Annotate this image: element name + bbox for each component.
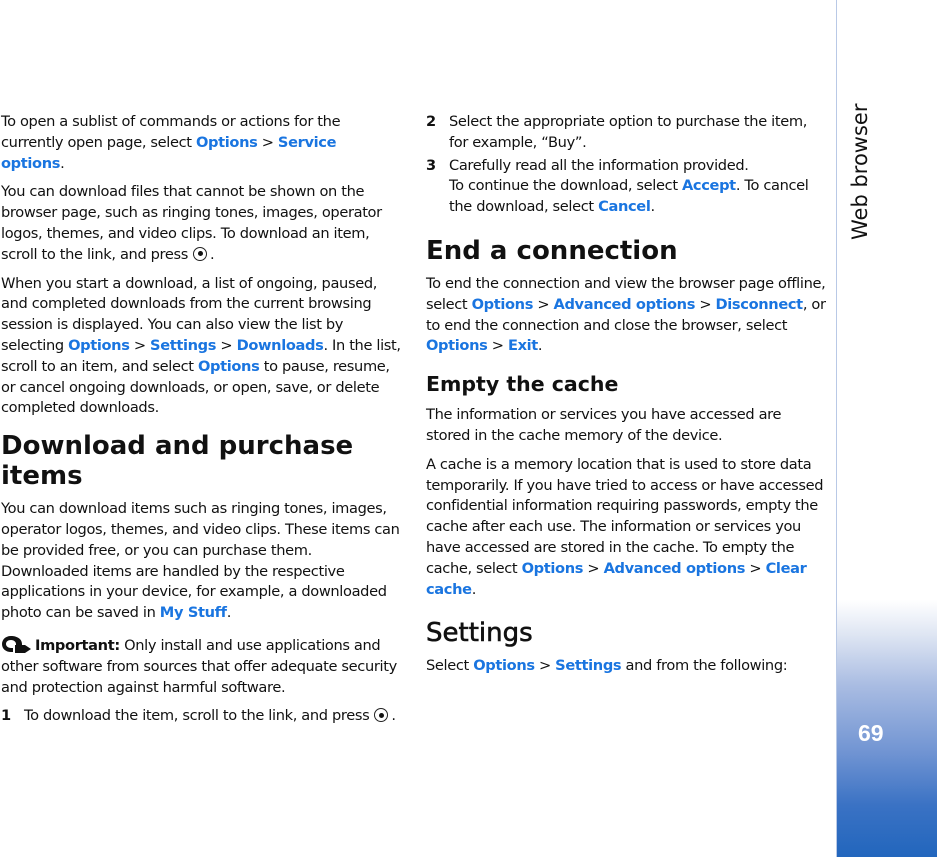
link-options[interactable]: Options: [198, 358, 260, 375]
link-my-stuff[interactable]: My Stuff: [160, 604, 227, 621]
paragraph-end-connection: To end the connection and view the brows…: [426, 274, 826, 355]
paragraph-download-items: You can download items such as ringing t…: [1, 500, 400, 622]
link-options[interactable]: Options: [473, 657, 535, 674]
step-2: 2 Select the appropriate option to purch…: [426, 113, 807, 151]
link-options[interactable]: Options: [196, 134, 258, 151]
link-downloads[interactable]: Downloads: [237, 337, 324, 354]
link-settings[interactable]: Settings: [555, 657, 621, 674]
step-3: 3 Carefully read all the information pro…: [426, 156, 809, 216]
right-column: 2 Select the appropriate option to purch…: [426, 112, 826, 685]
step-1: 1 To download the item, scroll to the li…: [1, 707, 396, 725]
link-advanced-options[interactable]: Advanced options: [554, 296, 696, 313]
link-accept[interactable]: Accept: [682, 177, 736, 194]
page-number: 69: [858, 720, 884, 746]
paragraph-cache-memory: The information or services you have acc…: [426, 406, 782, 444]
heading-download-and-purchase: Download and purchase items: [1, 431, 354, 492]
paragraph-download-files: You can download files that cannot be sh…: [1, 183, 382, 263]
important-note: Important: Only install and use applicat…: [1, 634, 403, 698]
link-disconnect[interactable]: Disconnect: [716, 296, 804, 313]
link-advanced-options[interactable]: Advanced options: [604, 560, 746, 577]
link-options[interactable]: Options: [68, 337, 130, 354]
link-options[interactable]: Options: [426, 337, 488, 354]
link-exit[interactable]: Exit: [508, 337, 538, 354]
link-settings[interactable]: Settings: [150, 337, 216, 354]
heading-empty-cache: Empty the cache: [426, 372, 619, 397]
paragraph-clear-cache: A cache is a memory location that is use…: [426, 455, 824, 598]
link-options[interactable]: Options: [472, 296, 534, 313]
select-key-icon: [374, 708, 389, 723]
section-title: Web browser: [848, 103, 872, 240]
link-cancel[interactable]: Cancel: [598, 198, 651, 215]
important-label: Important:: [35, 636, 120, 654]
paragraph-download-list: When you start a download, a list of ong…: [1, 274, 401, 417]
paragraph-settings: Select Options > Settings and from the f…: [426, 657, 788, 675]
important-hand-icon: [1, 634, 35, 654]
heading-settings: Settings: [426, 618, 533, 649]
link-options[interactable]: Options: [522, 560, 584, 577]
heading-end-connection: End a connection: [426, 235, 678, 266]
left-column: To open a sublist of commands or actions…: [1, 112, 403, 729]
select-key-icon: [193, 246, 208, 261]
paragraph-service-options: To open a sublist of commands or actions…: [1, 113, 341, 172]
